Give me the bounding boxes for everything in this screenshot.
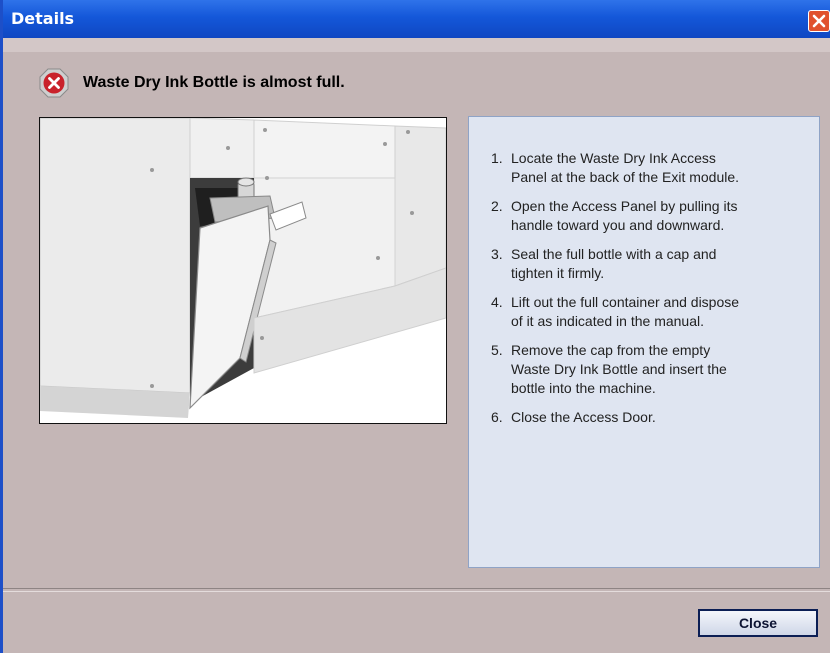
close-icon[interactable] xyxy=(808,10,830,32)
step-2: 2. Open the Access Panel by pulling its h… xyxy=(491,198,738,233)
top-strip xyxy=(3,38,830,52)
step-4: 4. Lift out the full container and dispos… xyxy=(491,294,740,329)
footer-divider xyxy=(3,588,830,592)
error-icon xyxy=(39,68,69,98)
alert-message: Waste Dry Ink Bottle is almost full. xyxy=(83,74,345,91)
step-3: 3. Seal the full bottle with a cap and ti… xyxy=(491,246,717,281)
step-1: 1. Locate the Waste Dry Ink Access Panel … xyxy=(491,150,740,185)
title-bar: Details xyxy=(3,0,830,38)
details-dialog: Details Waste Dry Ink Bottle is almost f… xyxy=(0,0,830,653)
steps-list: 1. Locate the Waste Dry Ink Access Panel … xyxy=(491,149,801,427)
printer-access-panel-illustration xyxy=(39,117,447,424)
step-5: 5. Remove the cap from the empty Waste Dr… xyxy=(491,342,727,396)
instructions-panel: 1. Locate the Waste Dry Ink Access Panel … xyxy=(468,116,820,568)
step-6: 6. Close the Access Door. xyxy=(491,409,656,425)
alert-header: Waste Dry Ink Bottle is almost full. xyxy=(39,66,345,100)
close-button[interactable]: Close xyxy=(698,609,818,637)
window-title: Details xyxy=(11,9,75,28)
